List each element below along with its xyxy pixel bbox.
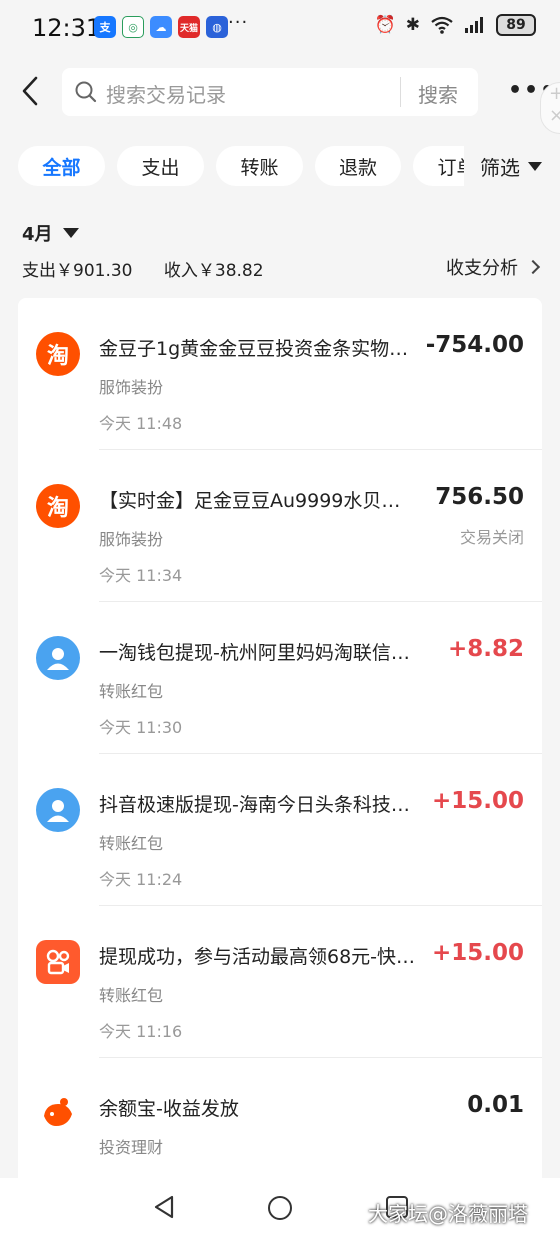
month-selector[interactable]: 4月 — [22, 220, 79, 246]
transaction-category: 投资理财 — [99, 1138, 164, 1157]
filter-label: 筛选 — [480, 155, 520, 180]
system-navigation-bar: 大家坛@洛薇丽塔 — [0, 1178, 560, 1238]
month-summary: 支出￥901.30 收入￥38.82 — [22, 256, 290, 281]
transaction-title: 提现成功，参与活动最高领68元-快手极速版 — [99, 946, 419, 968]
transaction-category: 转账红包 — [99, 834, 164, 853]
transaction-time: 今天 11:30 — [99, 718, 183, 737]
transaction-category: 服饰装扮 — [99, 530, 164, 549]
income-total: 收入￥38.82 — [163, 261, 264, 281]
search-button[interactable]: 搜索 — [418, 79, 458, 108]
taobao-icon: 淘 — [36, 332, 80, 376]
transaction-amount: 0.01 — [467, 1092, 524, 1118]
transaction-time: 今天 11:48 — [99, 414, 183, 433]
header: 搜索交易记录 搜索 ••• — [0, 58, 560, 128]
analysis-label: 收支分析 — [446, 258, 518, 279]
transaction-time: 今天 11:34 — [99, 566, 183, 585]
search-divider — [400, 77, 401, 107]
battery-icon: 89 — [496, 14, 536, 36]
user-avatar-icon — [36, 636, 80, 680]
transaction-category: 转账红包 — [99, 682, 164, 701]
more-notifications-icon: ··· — [228, 12, 249, 33]
transaction-row[interactable]: 提现成功，参与活动最高领68元-快手极速版 转账红包 今天 11:16 +15.… — [18, 906, 542, 1058]
system-icons: ⏰ ✱ 89 — [375, 14, 536, 36]
tab-all[interactable]: 全部 — [18, 146, 105, 186]
transaction-row[interactable]: 余额宝-收益发放 投资理财 0.01 — [18, 1058, 542, 1178]
transaction-row[interactable]: 一淘钱包提现-杭州阿里妈妈淘联信息技术 转账红包 今天 11:30 +8.82 — [18, 602, 542, 754]
bluetooth-icon: ✱ — [405, 15, 420, 35]
back-button[interactable] — [16, 74, 44, 108]
app-notification-icon: ◎ — [122, 16, 144, 38]
tab-transfer[interactable]: 转账 — [216, 146, 303, 186]
status-time: 12:31 — [32, 14, 102, 42]
transaction-list: 淘 金豆子1g黄金金豆豆投资金条实物足金9999 服饰装扮 今天 11:48 -… — [18, 298, 542, 1178]
alarm-icon: ⏰ — [374, 15, 396, 35]
notification-icons: 支 ◎ ☁ 天猫 ◍ — [94, 16, 228, 38]
search-placeholder: 搜索交易记录 — [106, 83, 226, 107]
transaction-title: 一淘钱包提现-杭州阿里妈妈淘联信息技术 — [99, 642, 419, 664]
transaction-amount: 756.50 — [435, 484, 524, 510]
search-input[interactable]: 搜索交易记录 搜索 — [62, 68, 478, 116]
transaction-row[interactable]: 淘 【实时金】足金豆豆Au9999水贝黄金投资 服饰装扮 今天 11:34 75… — [18, 450, 542, 602]
transaction-time: 今天 11:24 — [99, 870, 183, 889]
filter-button[interactable]: 筛选 — [464, 146, 560, 186]
transaction-amount: +8.82 — [447, 636, 524, 662]
filter-dropdown-icon — [528, 161, 542, 171]
transaction-amount: +15.00 — [431, 940, 524, 966]
cloud-notification-icon: ☁ — [150, 16, 172, 38]
analysis-link[interactable]: 收支分析 — [446, 254, 541, 280]
signal-icon — [465, 17, 483, 33]
watermark: 大家坛@洛薇丽塔 — [368, 1202, 528, 1226]
transaction-title: 【实时金】足金豆豆Au9999水贝黄金投资 — [99, 490, 419, 512]
status-bar: 12:31 支 ◎ ☁ 天猫 ◍ ··· ⏰ ✱ 89 — [0, 0, 560, 58]
tab-expense[interactable]: 支出 — [117, 146, 204, 186]
alipay-notification-icon: 支 — [94, 16, 116, 38]
tab-refund[interactable]: 退款 — [315, 146, 401, 186]
transaction-amount: -754.00 — [425, 332, 524, 358]
tmall-notification-icon: 天猫 — [178, 16, 200, 38]
transaction-row[interactable]: 淘 金豆子1g黄金金豆豆投资金条实物足金9999 服饰装扮 今天 11:48 -… — [18, 298, 542, 450]
nav-back-icon[interactable] — [152, 1194, 176, 1220]
kuaishou-icon — [36, 940, 80, 984]
transaction-row[interactable]: 抖音极速版提现-海南今日头条科技有限公司 转账红包 今天 11:24 +15.0… — [18, 754, 542, 906]
transaction-category: 服饰装扮 — [99, 378, 164, 397]
transaction-status: 交易关闭 — [459, 528, 524, 547]
user-avatar-icon — [36, 788, 80, 832]
month-label: 4月 — [22, 224, 53, 245]
yuebao-icon — [36, 1092, 80, 1136]
transaction-title: 余额宝-收益发放 — [99, 1098, 239, 1120]
transaction-amount: +15.00 — [431, 788, 524, 814]
lightbulb-notification-icon: ◍ — [206, 16, 228, 38]
transaction-time: 今天 11:16 — [99, 1022, 183, 1041]
filter-tabs: 全部 支出 转账 退款 订单 筛选 — [18, 146, 560, 186]
nav-home-icon[interactable] — [268, 1196, 292, 1220]
transaction-title: 抖音极速版提现-海南今日头条科技有限公司 — [99, 794, 419, 816]
search-icon — [75, 81, 97, 103]
transaction-title: 金豆子1g黄金金豆豆投资金条实物足金9999 — [99, 338, 419, 360]
chevron-right-icon — [525, 259, 541, 275]
month-dropdown-icon — [62, 228, 79, 238]
transaction-category: 转账红包 — [99, 986, 164, 1005]
wifi-icon — [431, 16, 453, 34]
expense-total: 支出￥901.30 — [22, 261, 133, 281]
taobao-icon: 淘 — [36, 484, 80, 528]
